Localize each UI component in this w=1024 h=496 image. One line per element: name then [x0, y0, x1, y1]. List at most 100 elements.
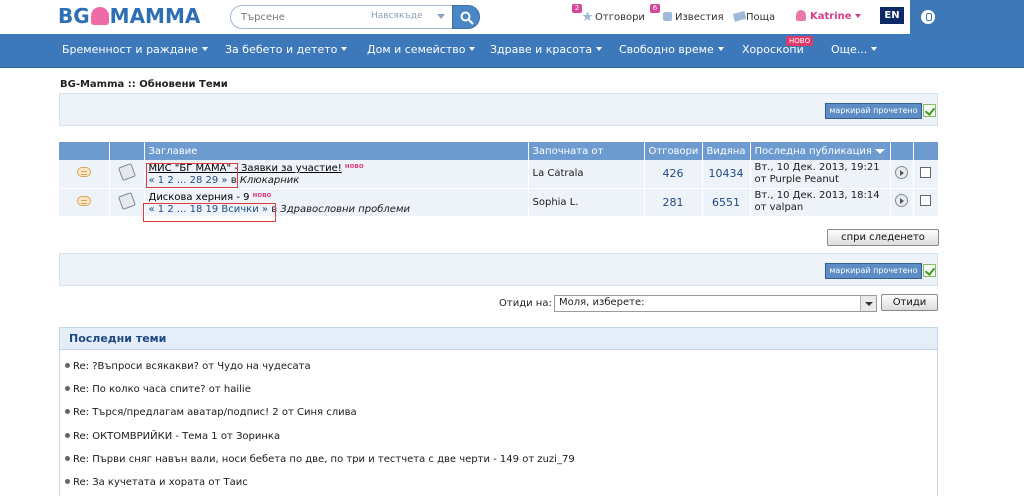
mark-read-button-bottom[interactable]: маркирай прочетено — [825, 263, 937, 279]
nav-item-home[interactable]: Дом и семейство — [367, 43, 476, 56]
header-cell-icon — [59, 142, 110, 160]
language-switch[interactable]: EN — [880, 7, 904, 24]
mail-icon — [732, 10, 747, 22]
logout-icon[interactable] — [921, 10, 935, 24]
latest-topic-link[interactable]: Re: ОКТОМВРИЙКИ - Тема 1 — [73, 431, 218, 442]
highlight-box — [145, 163, 238, 188]
new-badge: НОВО — [786, 36, 814, 46]
top-header: BGMAMMA Навсякъде 2 Отговори 6 Известия … — [0, 0, 1024, 34]
list-item: Re: ОКТОМВРИЙКИ - Тема 1 от Зоринка — [65, 431, 280, 442]
new-tag: ново — [252, 190, 272, 199]
latest-topics-title: Последни теми — [60, 328, 937, 350]
mail-link[interactable]: Поща — [732, 10, 776, 23]
forum-link[interactable]: Здравословни проблеми — [280, 204, 410, 215]
nav-item-health[interactable]: Здраве и красота — [490, 43, 603, 56]
nav-label: Свободно време — [619, 43, 714, 56]
mark-read-button-top[interactable]: маркирай прочетено — [825, 103, 937, 119]
latest-topic-link[interactable]: Re: ?Въпроси всякакви? — [73, 361, 199, 372]
nav-item-free-time[interactable]: Свободно време — [619, 43, 724, 56]
last-post-author[interactable]: от valpan — [755, 202, 804, 213]
nav-label: Още... — [831, 43, 868, 56]
latest-topic-author[interactable]: Зоринка — [236, 431, 280, 442]
nav-item-more[interactable]: Още... — [831, 43, 878, 56]
goto-button[interactable]: Отиди — [881, 294, 938, 311]
nav-label: Здраве и красота — [490, 43, 593, 56]
logo-text-left: BG — [58, 4, 90, 28]
nav-label: Бременност и раждане — [62, 43, 199, 56]
topic-starter[interactable]: Sophia L. — [528, 188, 645, 217]
search-icon — [460, 11, 474, 25]
by-word: от — [202, 361, 215, 372]
header-started-by[interactable]: Започната от — [528, 142, 645, 160]
notifications-link[interactable]: Известия — [662, 11, 724, 23]
replies-link[interactable]: Отговори — [582, 11, 645, 23]
latest-topics-panel: Последни теми Re: ?Въпроси всякакви? от … — [59, 327, 938, 496]
header-views[interactable]: Видяна — [702, 142, 751, 160]
latest-topic-author[interactable]: Таис — [224, 477, 248, 488]
last-post-date: Вт., 10 Дек. 2013, 18:14 — [754, 190, 880, 201]
topic-status-cell — [59, 188, 110, 217]
latest-topic-author[interactable]: Синя слива — [297, 407, 357, 418]
bullet-icon — [65, 433, 70, 438]
topic-bubble-icon — [76, 195, 91, 206]
highlight-box — [142, 202, 276, 222]
stop-following-button[interactable]: спри следенето — [827, 229, 939, 246]
user-menu[interactable]: Katrine — [796, 10, 861, 22]
search-input[interactable] — [241, 9, 371, 25]
mark-read-label: маркирай прочетено — [825, 263, 922, 279]
checkmark-icon — [923, 264, 936, 277]
table-header-row: Заглавие Започната от Отговори Видяна По… — [59, 142, 938, 160]
chevron-down-icon — [469, 47, 476, 51]
nav-item-pregnancy[interactable]: Бременност и раждане — [62, 43, 209, 56]
select-topic-checkbox[interactable] — [920, 195, 932, 206]
last-post-author[interactable]: от Purple Peanut — [755, 174, 839, 185]
new-tag: ново — [344, 162, 364, 171]
search-box: Навсякъде — [230, 5, 454, 29]
search-button[interactable] — [452, 5, 480, 29]
latest-topic-author[interactable]: Чудо на чудесата — [217, 361, 310, 372]
nav-item-baby[interactable]: За бебето и детето — [225, 43, 348, 56]
latest-topic-link[interactable]: Re: Първи сняг навън вали, носи бебета п… — [73, 454, 519, 465]
bullet-icon — [65, 409, 70, 414]
forum-jump-select[interactable]: Моля, изберете: — [554, 295, 877, 312]
by-word: от — [220, 431, 233, 442]
topic-title-link[interactable]: Дискова херния - 9 — [149, 192, 250, 203]
latest-topic-link[interactable]: Re: По колко часа спите? — [73, 384, 206, 395]
user-icon — [796, 10, 806, 21]
topic-type-cell — [109, 160, 145, 189]
topic-type-cell — [109, 188, 145, 217]
chevron-down-icon — [717, 47, 724, 51]
forum-link[interactable]: Клюкарник — [240, 175, 300, 186]
chevron-down-icon — [854, 14, 861, 18]
search-scope[interactable]: Навсякъде — [371, 11, 423, 21]
goto-last-post-icon[interactable] — [895, 194, 908, 207]
latest-topic-link[interactable]: Re: Търся/предлагам аватар/подпис! 2 — [73, 407, 279, 418]
select-topic-checkbox[interactable] — [920, 166, 932, 178]
by-word: от — [522, 454, 535, 465]
main-nav: Бременност и раждане За бебето и детето … — [0, 34, 1024, 68]
bullet-icon — [65, 363, 70, 368]
topics-table: Заглавие Започната от Отговори Видяна По… — [59, 142, 938, 222]
mark-read-label: маркирай прочетено — [825, 103, 922, 119]
header-replies[interactable]: Отговори — [644, 142, 703, 160]
latest-topic-author[interactable]: hailie — [224, 384, 251, 395]
sort-desc-icon — [874, 148, 885, 154]
header-title[interactable]: Заглавие — [144, 142, 529, 160]
header-last-post[interactable]: Последна публикация — [750, 142, 891, 160]
bullet-icon — [65, 456, 70, 461]
table-row: МИС "БГ МАМА" - Заявки за участие! ново «… — [59, 160, 938, 189]
mail-label: Поща — [746, 12, 776, 23]
topic-starter[interactable]: La Catrala — [528, 160, 645, 189]
goto-last-cell — [890, 160, 914, 189]
topic-views: 6551 — [702, 188, 751, 217]
list-item: Re: Търся/предлагам аватар/подпис! 2 от … — [65, 407, 357, 418]
chevron-down-icon[interactable] — [437, 14, 445, 19]
star-icon — [582, 11, 593, 22]
site-logo[interactable]: BG MAMMA — [58, 4, 200, 28]
latest-topic-link[interactable]: Re: За кучетата и хората — [73, 477, 205, 488]
select-cell — [913, 160, 938, 189]
breadcrumb: BG-Mamma :: Обновени Теми — [60, 79, 228, 90]
list-item: Re: По колко часа спите? от hailie — [65, 384, 251, 395]
latest-topic-author[interactable]: zuzi_79 — [537, 454, 574, 465]
goto-last-post-icon[interactable] — [895, 165, 908, 179]
